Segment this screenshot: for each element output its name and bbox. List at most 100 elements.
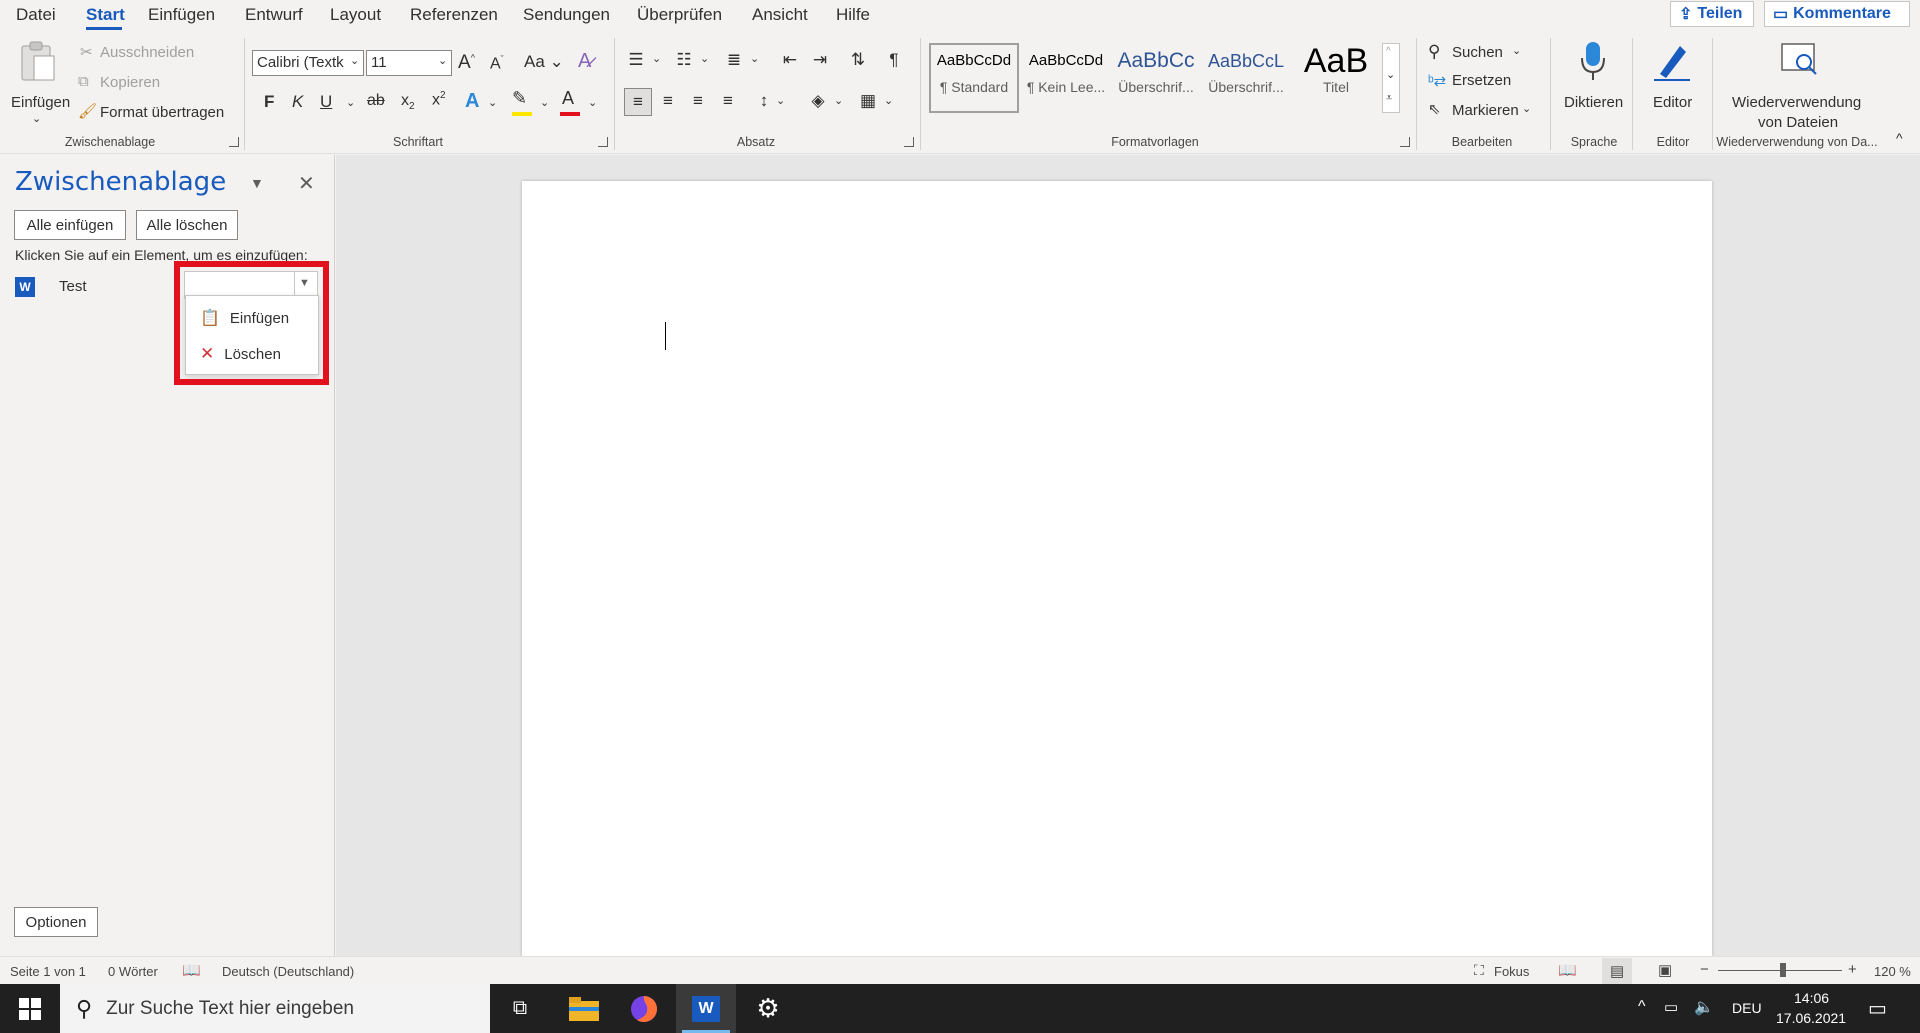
input-language[interactable]: DEU bbox=[1732, 1000, 1762, 1016]
replace-button[interactable]: Ersetzen bbox=[1452, 72, 1511, 89]
tab-ueberpruefen[interactable]: Überprüfen bbox=[637, 5, 722, 25]
numbering-icon[interactable]: ☷ bbox=[672, 48, 696, 72]
start-button[interactable] bbox=[0, 984, 60, 1033]
focus-button[interactable]: Fokus bbox=[1494, 964, 1529, 979]
chevron-down-icon: ⌄ bbox=[1386, 69, 1396, 81]
zoom-out-button[interactable]: − bbox=[1700, 961, 1709, 978]
shrink-font-button[interactable]: Aˇ bbox=[490, 54, 504, 73]
tab-datei[interactable]: Datei bbox=[16, 5, 56, 25]
bold-button[interactable]: F bbox=[264, 92, 274, 112]
options-button[interactable]: Optionen bbox=[14, 907, 98, 937]
paste-button[interactable]: Einfügen ⌄ bbox=[10, 40, 70, 128]
tab-layout[interactable]: Layout bbox=[330, 5, 381, 25]
close-icon[interactable]: ✕ bbox=[298, 171, 315, 196]
share-button[interactable]: ⇪ Teilen bbox=[1670, 1, 1754, 27]
font-launcher[interactable] bbox=[598, 137, 608, 147]
style-title[interactable]: AaB Titel bbox=[1292, 43, 1380, 111]
text-effects-icon[interactable]: A bbox=[465, 90, 479, 113]
align-center-icon[interactable]: ≡ bbox=[656, 89, 680, 113]
styles-scroll[interactable]: ^ ⌄ ⩡ bbox=[1382, 43, 1400, 113]
style-standard[interactable]: AaBbCcDd ¶ Standard bbox=[930, 43, 1018, 111]
multilevel-list-icon[interactable]: ≣ bbox=[722, 48, 746, 72]
borders-icon[interactable]: ▦ bbox=[856, 89, 880, 113]
document-page[interactable] bbox=[522, 181, 1712, 956]
underline-button[interactable]: U bbox=[320, 92, 332, 112]
bullets-icon[interactable]: ☰ bbox=[624, 48, 648, 72]
increase-indent-icon[interactable]: ⇥ bbox=[808, 48, 832, 72]
change-case-button[interactable]: Aa ⌄ bbox=[524, 52, 564, 72]
style-no-spacing[interactable]: AaBbCcDd ¶ Kein Lee... bbox=[1022, 43, 1110, 111]
style-heading1[interactable]: AaBbCc Überschrif... bbox=[1112, 43, 1200, 111]
taskbar-search-box[interactable]: ⚲ Zur Suche Text hier eingeben bbox=[60, 984, 490, 1033]
pilcrow-icon[interactable]: ¶ bbox=[882, 48, 906, 72]
pane-options-dropdown-icon[interactable]: ▼ bbox=[250, 175, 264, 191]
styles-launcher[interactable] bbox=[1400, 137, 1410, 147]
task-view-button[interactable]: ⧉ bbox=[490, 984, 550, 1033]
copy-button[interactable]: Kopieren bbox=[100, 74, 160, 91]
highlighter-icon[interactable]: ✎ bbox=[512, 88, 527, 109]
zoom-in-button[interactable]: + bbox=[1848, 961, 1857, 978]
dictate-button[interactable]: Diktieren bbox=[1560, 38, 1626, 130]
show-hidden-icons-icon[interactable]: ^ bbox=[1638, 998, 1646, 1016]
read-mode-icon[interactable]: 📖 bbox=[1558, 961, 1577, 979]
align-left-button[interactable]: ≡ bbox=[624, 88, 652, 116]
paragraph-launcher[interactable] bbox=[904, 137, 914, 147]
page-count[interactable]: Seite 1 von 1 bbox=[10, 964, 86, 979]
firefox-button[interactable] bbox=[614, 984, 674, 1033]
justify-icon[interactable]: ≡ bbox=[716, 89, 740, 113]
print-layout-button[interactable]: ▤ bbox=[1602, 958, 1632, 984]
align-right-icon[interactable]: ≡ bbox=[686, 89, 710, 113]
superscript-button[interactable]: x2 bbox=[432, 90, 446, 109]
tab-start[interactable]: Start bbox=[86, 5, 125, 25]
word-taskbar-button[interactable]: W bbox=[676, 984, 736, 1033]
paste-all-button[interactable]: Alle einfügen bbox=[14, 210, 126, 240]
editor-button[interactable]: Editor bbox=[1640, 38, 1706, 130]
search-icon: ⚲ bbox=[76, 995, 93, 1021]
taskbar: ⚲ Zur Suche Text hier eingeben ⧉ W ⚙ ^ ▭… bbox=[0, 984, 1920, 1033]
find-button[interactable]: Suchen bbox=[1452, 44, 1503, 61]
zoom-slider-thumb[interactable] bbox=[1780, 963, 1786, 977]
select-button[interactable]: Markieren bbox=[1452, 102, 1519, 119]
line-spacing-icon[interactable]: ↕ bbox=[752, 89, 776, 113]
tab-entwurf[interactable]: Entwurf bbox=[245, 5, 303, 25]
comments-button[interactable]: ▭ Kommentare bbox=[1764, 1, 1910, 27]
group-label-voice: Sprache bbox=[1570, 135, 1618, 149]
collapse-ribbon-icon[interactable]: ^ bbox=[1896, 130, 1903, 146]
language-status[interactable]: Deutsch (Deutschland) bbox=[222, 964, 354, 979]
tab-einfuegen[interactable]: Einfügen bbox=[148, 5, 215, 25]
clock-time[interactable]: 14:06 bbox=[1794, 990, 1829, 1006]
notifications-icon[interactable]: ▭ bbox=[1868, 996, 1887, 1021]
shading-icon[interactable]: ◈ bbox=[806, 89, 830, 113]
battery-icon[interactable]: ▭ bbox=[1664, 998, 1678, 1016]
chevron-down-icon: ⌄ bbox=[834, 95, 844, 107]
web-layout-icon[interactable]: ▣ bbox=[1658, 961, 1672, 979]
grow-font-button[interactable]: A^ bbox=[458, 52, 475, 74]
tab-sendungen[interactable]: Sendungen bbox=[523, 5, 610, 25]
subscript-button[interactable]: x2 bbox=[401, 92, 415, 112]
style-heading2[interactable]: AaBbCcL Überschrif... bbox=[1202, 43, 1290, 111]
zoom-level[interactable]: 120 % bbox=[1874, 964, 1911, 979]
clipboard-launcher[interactable] bbox=[229, 137, 239, 147]
format-painter-button[interactable]: Format übertragen bbox=[100, 104, 224, 121]
volume-icon[interactable]: 🔈 bbox=[1694, 997, 1714, 1017]
word-count[interactable]: 0 Wörter bbox=[108, 964, 158, 979]
settings-button[interactable]: ⚙ bbox=[738, 984, 798, 1033]
clear-formatting-icon[interactable]: A̷ bbox=[578, 50, 591, 73]
share-icon: ⇪ bbox=[1679, 6, 1693, 23]
decrease-indent-icon[interactable]: ⇤ bbox=[778, 48, 802, 72]
proofing-book-icon[interactable]: 📖 bbox=[182, 961, 201, 979]
chevron-down-icon: ⌄ bbox=[588, 97, 598, 109]
italic-button[interactable]: K bbox=[292, 92, 303, 112]
clear-all-button[interactable]: Alle löschen bbox=[136, 210, 238, 240]
tab-referenzen[interactable]: Referenzen bbox=[410, 5, 498, 25]
clock-date[interactable]: 17.06.2021 bbox=[1776, 1010, 1846, 1026]
strikethrough-button[interactable]: ab bbox=[367, 92, 385, 110]
file-explorer-button[interactable] bbox=[554, 984, 614, 1033]
font-color-icon[interactable]: A bbox=[562, 88, 574, 109]
font-name-combo[interactable]: Calibri (Textk bbox=[252, 50, 364, 76]
sort-icon[interactable]: ⇅ bbox=[846, 48, 870, 72]
tab-ansicht[interactable]: Ansicht bbox=[752, 5, 808, 25]
tab-hilfe[interactable]: Hilfe bbox=[836, 5, 870, 25]
reuse-files-button[interactable]: Wiederverwendung von Dateien bbox=[1720, 38, 1876, 131]
cut-button[interactable]: Ausschneiden bbox=[100, 44, 194, 61]
